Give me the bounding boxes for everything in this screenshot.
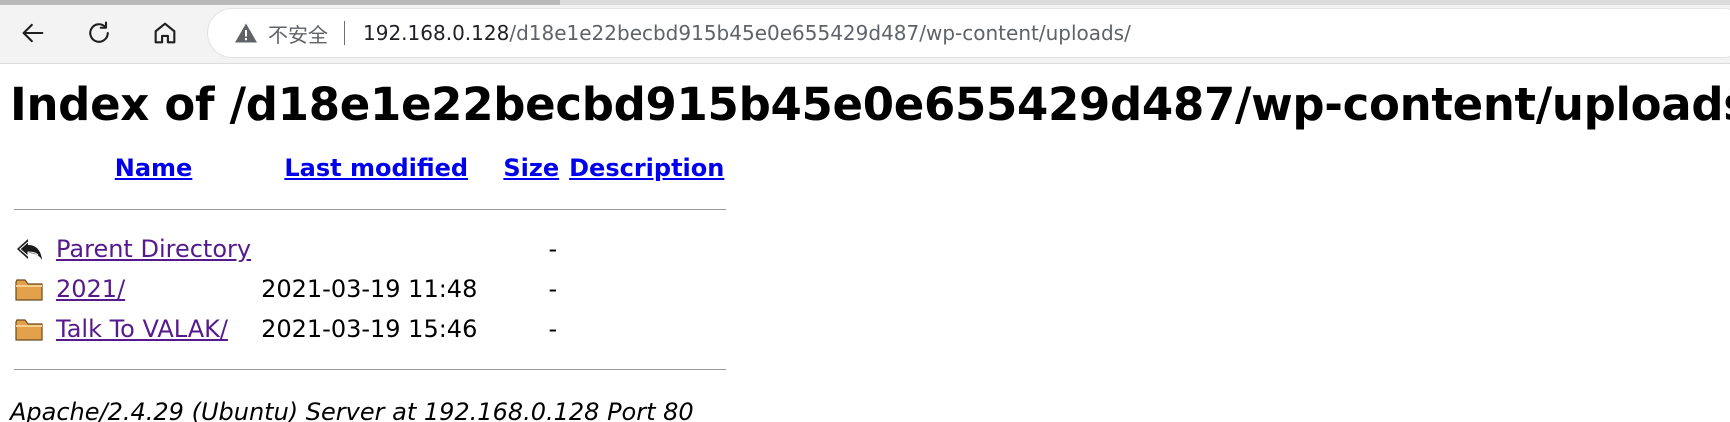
- address-bar[interactable]: 不安全 192.168.0.128/d18e1e22becbd915b45e0e…: [208, 9, 1730, 57]
- sort-by-size-link[interactable]: Size: [503, 154, 559, 182]
- sort-by-modified-link[interactable]: Last modified: [284, 154, 468, 182]
- warning-triangle-icon[interactable]: [234, 21, 258, 45]
- description-column-header: Description: [565, 154, 728, 188]
- size-cell: -: [548, 235, 558, 263]
- size-column-header: Size: [499, 154, 563, 188]
- divider: [14, 368, 727, 370]
- description-cell: [565, 270, 728, 308]
- last-modified-column-header: Last modified: [255, 154, 497, 188]
- folder-link-talk-to-valak[interactable]: Talk To VALAK/: [56, 315, 228, 343]
- footer-separator-row: [12, 350, 728, 388]
- tab-strip: [0, 0, 1730, 5]
- page-title: Index of /d18e1e22becbd915b45e0e655429d4…: [10, 78, 1730, 131]
- table-header-row: Name Last modified Size Description: [12, 154, 728, 188]
- modified-cell: [255, 230, 497, 268]
- size-cell: -: [548, 315, 558, 343]
- back-button[interactable]: [14, 14, 52, 52]
- security-status-label[interactable]: 不安全: [268, 19, 328, 48]
- parent-directory-link[interactable]: Parent Directory: [56, 235, 251, 263]
- icon-column-header: [12, 154, 52, 188]
- back-arrow-icon: [17, 239, 42, 260]
- header-separator-row: [12, 190, 728, 228]
- description-cell: [565, 310, 728, 348]
- active-tab[interactable]: [0, 0, 560, 5]
- folder-icon: [15, 319, 43, 341]
- arrow-left-icon: [22, 23, 44, 43]
- file-listing-table: Name Last modified Size Description Pare…: [10, 152, 730, 390]
- folder-link-2021[interactable]: 2021/: [56, 275, 125, 303]
- table-row: 2021/ 2021-03-19 11:48 -: [12, 270, 728, 308]
- address-divider: [344, 21, 345, 45]
- name-cell: Talk To VALAK/: [54, 310, 253, 348]
- modified-cell: 2021-03-19 11:48: [261, 275, 478, 303]
- url-host: 192.168.0.128: [363, 21, 510, 45]
- modified-cell: 2021-03-19 15:46: [261, 315, 478, 343]
- sort-by-name-link[interactable]: Name: [115, 154, 193, 182]
- table-row: Parent Directory -: [12, 230, 728, 268]
- size-cell: -: [548, 275, 558, 303]
- name-column-header: Name: [54, 154, 253, 188]
- description-cell: [565, 230, 728, 268]
- name-cell: Parent Directory: [54, 230, 253, 268]
- row-icon-cell: [12, 310, 52, 348]
- reload-button[interactable]: [80, 14, 118, 52]
- table-row: Talk To VALAK/ 2021-03-19 15:46 -: [12, 310, 728, 348]
- url-path: /d18e1e22becbd915b45e0e655429d487/wp-con…: [509, 21, 1131, 45]
- browser-toolbar: 不安全 192.168.0.128/d18e1e22becbd915b45e0e…: [0, 0, 1730, 64]
- directory-index-page: Index of /d18e1e22becbd915b45e0e655429d4…: [10, 64, 1730, 422]
- sort-by-description-link[interactable]: Description: [569, 154, 724, 182]
- reload-icon: [89, 21, 109, 43]
- row-icon-cell: [12, 270, 52, 308]
- home-icon: [154, 22, 176, 44]
- row-icon-cell: [12, 230, 52, 268]
- name-cell: 2021/: [54, 270, 253, 308]
- server-signature: Apache/2.4.29 (Ubuntu) Server at 192.168…: [10, 398, 694, 422]
- folder-icon: [15, 279, 43, 301]
- divider: [14, 208, 727, 210]
- home-button[interactable]: [146, 14, 184, 52]
